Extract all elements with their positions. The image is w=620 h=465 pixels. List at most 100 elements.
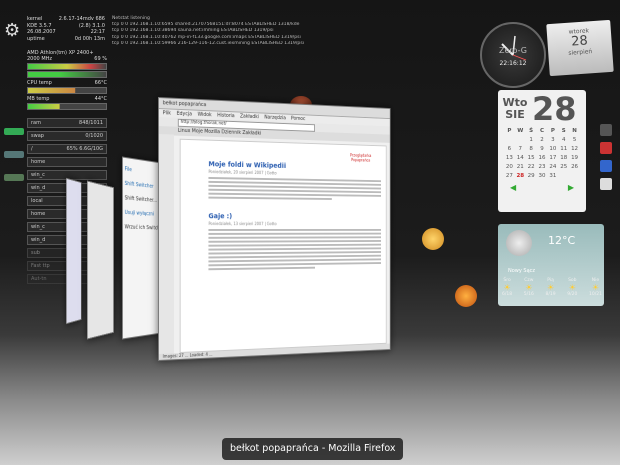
calendar-day-cell[interactable]: 6 bbox=[504, 146, 515, 152]
desktop-background: ⚙ kernel 2.6.17-14mdv 686 KDE 3.5.7 (2.8) … bbox=[0, 0, 620, 465]
mb-temp-bar bbox=[27, 103, 107, 110]
calendar-day-cell[interactable]: 12 bbox=[569, 146, 580, 152]
sun-icon: ☀ bbox=[568, 283, 576, 292]
calendar-day-cell[interactable]: 23 bbox=[537, 164, 548, 170]
forecast-range: 8/19 bbox=[545, 292, 556, 297]
menu-item[interactable]: Plik bbox=[163, 109, 171, 117]
root-label: / bbox=[31, 146, 33, 152]
forecast-day: Sob ☀ 9/20 bbox=[567, 278, 577, 297]
launcher-button[interactable] bbox=[4, 151, 24, 158]
launcher-button[interactable] bbox=[4, 174, 24, 181]
calendar-day-cell[interactable]: 14 bbox=[515, 155, 526, 161]
moon-icon bbox=[506, 230, 532, 256]
clock-brand: Zero-G bbox=[499, 46, 527, 55]
calendar-grid: P W Ś C P S N 1 2 3 4 5 6 7 8 9 10 11 12 13 14 15 16 17 18 19 20 21… bbox=[498, 128, 586, 179]
uptime-value: 0d 00h 13m bbox=[74, 35, 105, 42]
calendar-day-cell[interactable]: 19 bbox=[569, 155, 580, 161]
site-logo: Przeglądarka Popaprańca bbox=[350, 152, 372, 163]
background-window[interactable] bbox=[66, 177, 82, 325]
menu-item[interactable]: Widok bbox=[198, 111, 212, 119]
mb-temp-label: MB temp bbox=[27, 96, 50, 102]
calendar-weekday-header: W bbox=[517, 128, 524, 134]
clock-hands-icon bbox=[501, 35, 527, 61]
terminal-icon[interactable] bbox=[600, 124, 612, 136]
calendar-day-cell[interactable]: 4 bbox=[558, 137, 569, 143]
calendar-day-cell[interactable]: 24 bbox=[547, 164, 558, 170]
menu-item[interactable]: Zakładki bbox=[240, 113, 259, 122]
weather-forecast: Śro ☀ 6/18 Czw ☀ 5/16 Pią ☀ 8/19 Sob ☀ 9/20 Nie ☀ 10/2… bbox=[502, 278, 602, 297]
launcher-button[interactable] bbox=[4, 128, 24, 135]
calendar-day-cell[interactable]: 31 bbox=[547, 173, 558, 179]
post-title[interactable]: Gaje :) bbox=[208, 212, 381, 220]
calendar-day-cell[interactable] bbox=[515, 137, 526, 143]
calendar-day-cell[interactable]: 11 bbox=[558, 146, 569, 152]
forecast-range: 6/18 bbox=[502, 292, 513, 297]
gear-icon[interactable]: ⚙ bbox=[4, 22, 22, 40]
next-month-arrow-icon[interactable]: ▶ bbox=[568, 183, 574, 192]
calendar-weekday-header: N bbox=[572, 128, 577, 134]
firefox-window[interactable]: bełkot popaprańca Plik Edycja Widok Hist… bbox=[158, 97, 391, 361]
refresh-icon[interactable] bbox=[600, 160, 612, 172]
post-text bbox=[208, 229, 381, 271]
calendar-day-cell[interactable]: 13 bbox=[504, 155, 515, 161]
calendar-day-cell[interactable]: 20 bbox=[504, 164, 515, 170]
clock-time: 22:16:12 bbox=[499, 60, 527, 67]
forecast-range: 5/16 bbox=[523, 292, 534, 297]
calendar-widget: Wto SIE 28 P W Ś C P S N 1 2 3 4 5 6 7 8 9 10 11 12 13 14 15 1… bbox=[498, 90, 586, 212]
calendar-day-cell[interactable]: 15 bbox=[526, 155, 537, 161]
calendar-day-cell[interactable]: 30 bbox=[537, 173, 548, 179]
swap-item: swap 0/1020 bbox=[27, 131, 107, 141]
calendar-day-cell[interactable]: 28 bbox=[515, 173, 526, 179]
cpu-temp-label: CPU temp bbox=[27, 80, 52, 86]
swap-label: swap bbox=[31, 133, 44, 139]
disk-item: home bbox=[27, 157, 107, 167]
calendar-day-cell[interactable]: 3 bbox=[547, 137, 558, 143]
calendar-weekday-header: P bbox=[507, 128, 512, 134]
post-meta: Poniedziałek, 13 sierpień 2007 | Gotto bbox=[208, 221, 277, 227]
calendar-day-cell[interactable]: 17 bbox=[547, 155, 558, 161]
left-launcher-column bbox=[4, 122, 24, 197]
analog-clock-widget: Zero-G 22:16:12 bbox=[480, 22, 546, 88]
alert-icon[interactable] bbox=[600, 142, 612, 154]
calendar-day-cell[interactable]: 5 bbox=[569, 137, 580, 143]
forecast-range: 9/20 bbox=[567, 292, 578, 297]
menu-item[interactable]: Narzędzia bbox=[264, 114, 286, 123]
calendar-day-cell[interactable]: 22 bbox=[526, 164, 537, 170]
calendar-day: 28 bbox=[532, 90, 577, 128]
ram-value: 848/1011 bbox=[79, 120, 103, 126]
weather-widget: 12°C Nowy Sącz Śro ☀ 6/18 Czw ☀ 5/16 Pią ☀ 8/19 S… bbox=[498, 224, 604, 306]
calendar-day-cell[interactable]: 8 bbox=[526, 146, 537, 152]
calendar-day-cell[interactable]: 29 bbox=[526, 173, 537, 179]
calendar-day-cell[interactable]: 26 bbox=[569, 164, 580, 170]
background-window[interactable] bbox=[86, 180, 114, 340]
sun-icon: ☀ bbox=[525, 283, 533, 292]
calendar-day-cell[interactable]: 25 bbox=[558, 164, 569, 170]
calendar-day-cell[interactable]: 10 bbox=[547, 146, 558, 152]
menu-item[interactable]: Historia bbox=[217, 112, 234, 121]
calendar-day-cell[interactable] bbox=[558, 173, 569, 179]
calendar-day-cell[interactable]: 7 bbox=[515, 146, 526, 152]
system-info-panel: kernel 2.6.17-14mdv 686 KDE 3.5.7 (2.8) 3.… bbox=[27, 16, 105, 42]
menu-item[interactable]: Edycja bbox=[177, 110, 192, 119]
calendar-day-cell[interactable] bbox=[569, 173, 580, 179]
ram-item: ram 848/1011 bbox=[27, 118, 107, 128]
device-icon[interactable] bbox=[600, 178, 612, 190]
cpu-usage-bar-2 bbox=[27, 71, 107, 78]
forecast-day: Pią ☀ 8/19 bbox=[546, 278, 556, 297]
calendar-day-cell[interactable]: 18 bbox=[558, 155, 569, 161]
web-page-content: Przeglądarka Popaprańca Moje foldi w Wik… bbox=[179, 138, 387, 354]
forecast-day: Śro ☀ 6/18 bbox=[502, 278, 512, 297]
sun-icon bbox=[422, 228, 444, 250]
calendar-day-cell[interactable]: 1 bbox=[526, 137, 537, 143]
calendar-day-cell[interactable]: 2 bbox=[537, 137, 548, 143]
calendar-day-cell[interactable]: 16 bbox=[537, 155, 548, 161]
calendar-day-cell[interactable] bbox=[504, 137, 515, 143]
root-value: 65% 6.6G/10G bbox=[66, 146, 103, 152]
menu-item[interactable]: Pomoc bbox=[291, 115, 305, 123]
weather-temp: 12°C bbox=[548, 234, 576, 247]
cpu-usage-bar bbox=[27, 63, 107, 70]
calendar-day-cell[interactable]: 9 bbox=[537, 146, 548, 152]
calendar-day-cell[interactable]: 21 bbox=[515, 164, 526, 170]
prev-month-arrow-icon[interactable]: ◀ bbox=[510, 183, 516, 192]
calendar-day-cell[interactable]: 27 bbox=[504, 173, 515, 179]
